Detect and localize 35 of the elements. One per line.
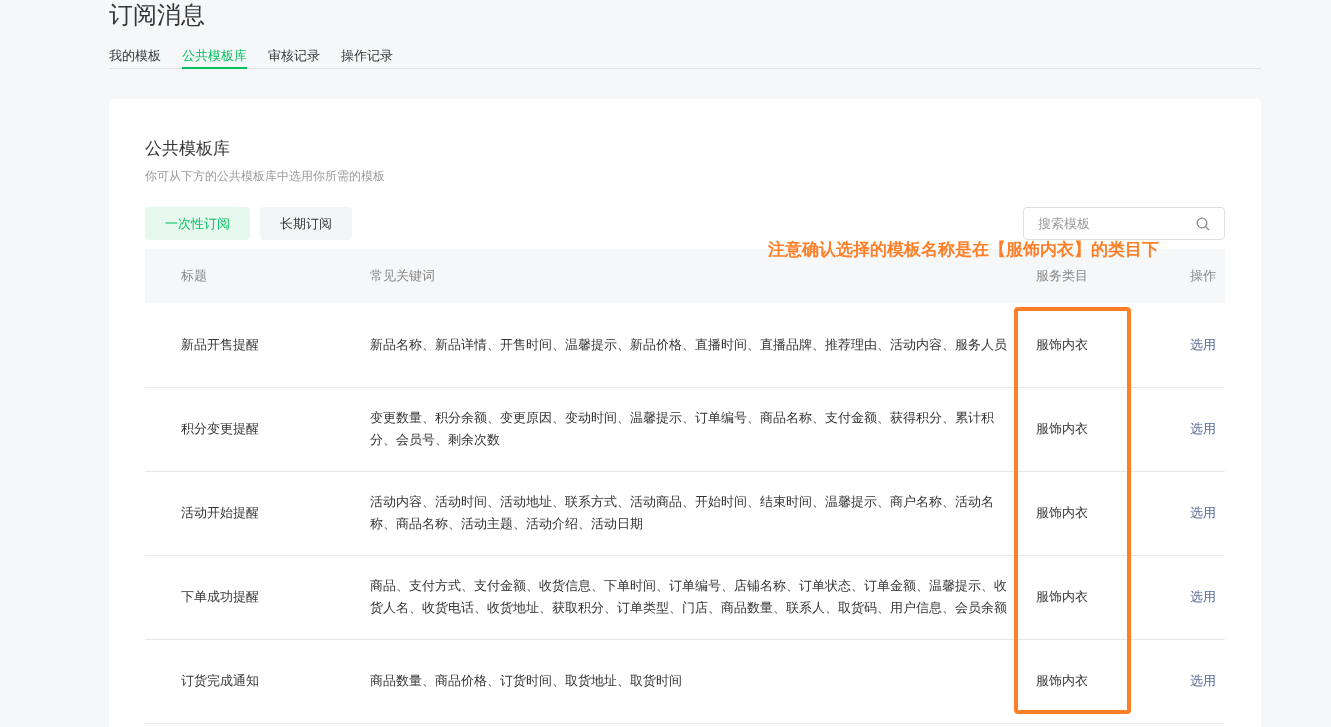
select-link[interactable]: 选用 bbox=[1190, 673, 1216, 689]
page-title: 订阅消息 bbox=[109, 0, 206, 30]
select-link[interactable]: 选用 bbox=[1190, 421, 1216, 437]
search-input[interactable]: 搜索模板 bbox=[1038, 213, 1196, 234]
column-header: 操作 bbox=[1190, 268, 1216, 284]
category-text: 服饰内衣 bbox=[1036, 337, 1088, 352]
annotation-text: 注意确认选择的模板名称是在【服饰内衣】的类目下 bbox=[768, 239, 1159, 261]
template-title: 订货完成通知 bbox=[181, 673, 259, 689]
template-title: 积分变更提醒 bbox=[181, 421, 259, 437]
category-text: 服饰内衣 bbox=[1036, 421, 1088, 437]
tab[interactable]: 我的模板 bbox=[109, 44, 161, 69]
column-header: 服务类目 bbox=[1036, 268, 1088, 284]
search-field[interactable]: 搜索模板 bbox=[1023, 207, 1225, 240]
category-text: 服饰内衣 bbox=[1036, 505, 1088, 521]
tab[interactable]: 审核记录 bbox=[268, 44, 320, 69]
template-title: 活动开始提醒 bbox=[181, 505, 259, 521]
column-header: 常见关键词 bbox=[370, 268, 435, 284]
keywords-text: 变更数量、积分余额、变更原因、变动时间、温馨提示、订单编号、商品名称、支付金额、获得积分、累计积分、会员号、剩余次数 bbox=[370, 410, 995, 449]
category-text: 服饰内衣 bbox=[1036, 673, 1088, 689]
column-header: 标题 bbox=[181, 268, 207, 284]
select-link[interactable]: 选用 bbox=[1190, 337, 1216, 352]
panel-title: 公共模板库 bbox=[145, 138, 231, 160]
keywords-text: 商品数量、商品价格、订货时间、取货地址、取货时间 bbox=[370, 673, 683, 690]
panel-subtitle: 你可从下方的公共模板库中选用你所需的模板 bbox=[145, 168, 386, 185]
category-text: 服饰内衣 bbox=[1036, 589, 1088, 605]
search-icon bbox=[1196, 216, 1210, 231]
select-link[interactable]: 选用 bbox=[1190, 589, 1216, 605]
filter-button[interactable]: 长期订阅 bbox=[260, 207, 352, 240]
template-title: 下单成功提醒 bbox=[181, 589, 259, 605]
select-link[interactable]: 选用 bbox=[1190, 505, 1216, 521]
keywords-text: 商品、支付方式、支付金额、收货信息、下单时间、订单编号、店铺名称、订单状态、订单金额、温馨提示、收货人名、收货电话、收货地址、获取积分、订单类型、门店、商品数量、联系人、取货码、用户信息、会员余额 bbox=[370, 578, 1008, 617]
keywords-text: 活动内容、活动时间、活动地址、联系方式、活动商品、开始时间、结束时间、温馨提示、商户名称、活动名称、商品名称、活动主题、活动介绍、活动日期 bbox=[370, 494, 995, 533]
keywords-text: 新品名称、新品详情、开售时间、温馨提示、新品价格、直播时间、直播品牌、推荐理由、活动内容、服务人员 bbox=[370, 336, 1008, 354]
template-title: 新品开售提醒 bbox=[181, 337, 259, 352]
tab[interactable]: 操作记录 bbox=[341, 44, 393, 69]
